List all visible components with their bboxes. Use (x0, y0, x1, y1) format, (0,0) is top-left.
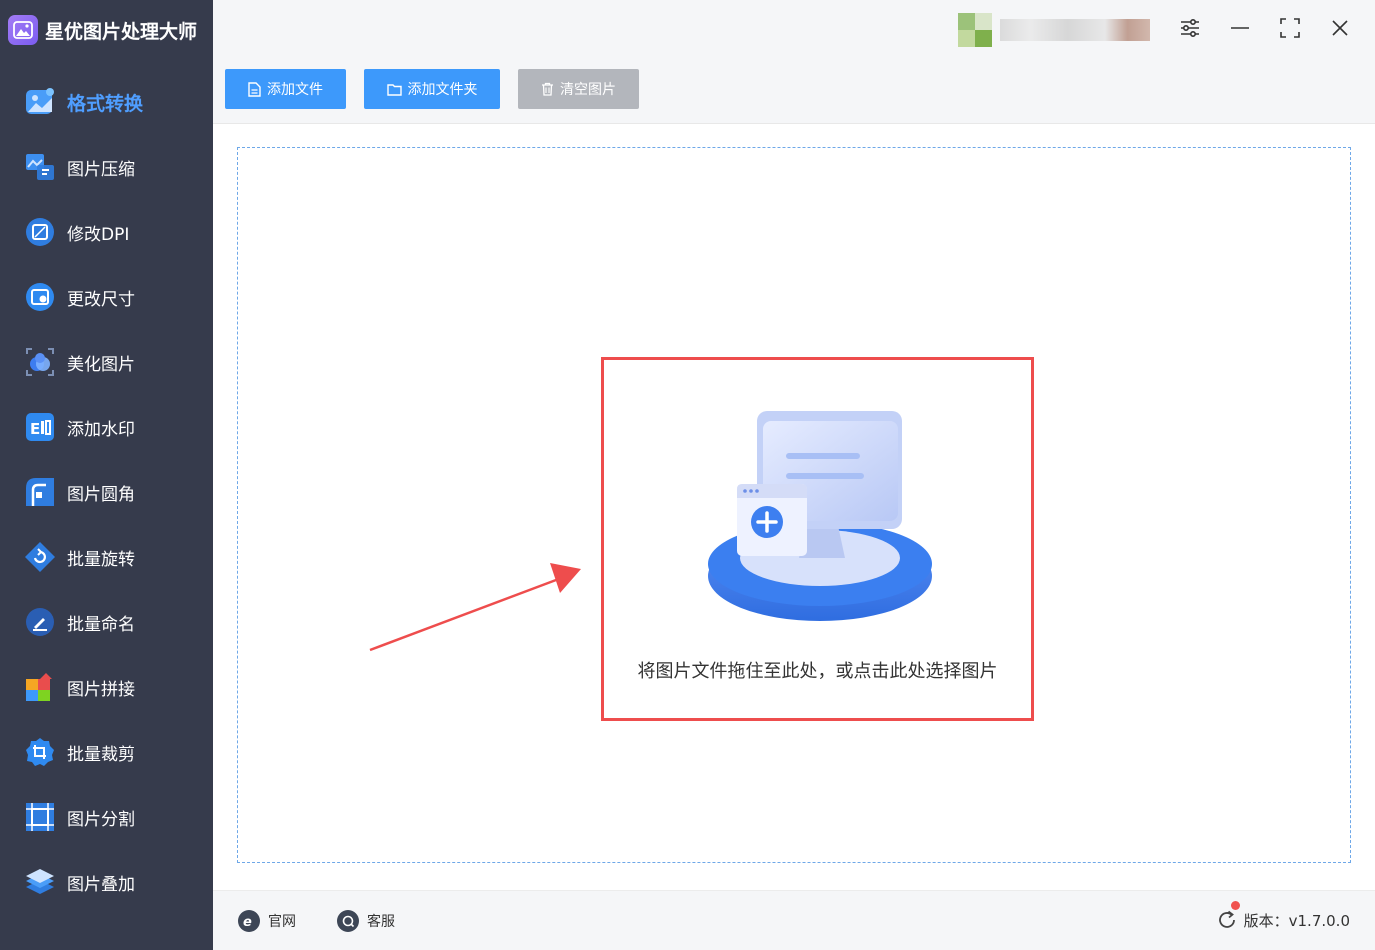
sidebar-item-label: 格式转换 (67, 92, 144, 115)
website-label: 官网 (268, 914, 296, 930)
user-name-blurred (1000, 19, 1150, 41)
trash-icon (541, 82, 554, 96)
sidebar: 星优图片处理大师 格式转换 图片压缩 修改DPI 更改尺寸 美化图片 E 添加水… (0, 0, 213, 950)
minimize-button[interactable] (1226, 16, 1254, 44)
sidebar-item-watermark[interactable]: E 添加水印 (0, 395, 213, 459)
chat-support-icon (337, 910, 359, 932)
drop-instruction: 将图片文件拖住至此处，或点击此处选择图片 (637, 661, 998, 682)
overlay-icon (24, 866, 56, 898)
settings-sliders-icon (1179, 17, 1201, 43)
maximize-icon (1279, 17, 1301, 43)
sidebar-item-label: 图片分割 (67, 809, 135, 830)
watermark-icon: E (24, 411, 56, 443)
round-corner-icon (24, 476, 56, 508)
sidebar-item-resize[interactable]: 更改尺寸 (0, 265, 213, 329)
resize-icon (24, 281, 56, 313)
support-label: 客服 (367, 914, 395, 930)
file-drop-area[interactable]: 将图片文件拖住至此处，或点击此处选择图片 (237, 147, 1351, 863)
sidebar-item-round-corner[interactable]: 图片圆角 (0, 460, 213, 524)
sidebar-item-compress[interactable]: 图片压缩 (0, 135, 213, 199)
toolbar: 添加文件 添加文件夹 清空图片 (213, 60, 1375, 124)
pointer-arrow-icon (369, 563, 581, 652)
split-icon (24, 801, 56, 833)
sidebar-item-label: 图片压缩 (67, 159, 135, 180)
folder-icon (386, 83, 402, 96)
sidebar-item-label: 批量命名 (67, 614, 135, 635)
add-folder-button[interactable]: 添加文件夹 (364, 69, 500, 109)
avatar (958, 13, 992, 47)
sidebar-item-label: 修改DPI (67, 224, 130, 245)
app-logo-icon (8, 15, 38, 45)
title-bar (213, 0, 1375, 60)
sidebar-item-label: 图片拼接 (67, 679, 135, 700)
sidebar-item-overlay[interactable]: 图片叠加 (0, 850, 213, 914)
minimize-icon (1229, 17, 1251, 43)
website-link[interactable]: e 官网 (238, 909, 296, 933)
app-name: 星优图片处理大师 (45, 20, 198, 43)
sidebar-item-label: 美化图片 (67, 354, 135, 375)
rotate-icon (24, 541, 56, 573)
user-account[interactable] (958, 12, 1183, 48)
sidebar-item-split[interactable]: 图片分割 (0, 785, 213, 849)
maximize-button[interactable] (1276, 16, 1304, 44)
version-label: 版本：v1.7.0.0 (1243, 911, 1350, 930)
close-button[interactable] (1326, 16, 1354, 44)
sidebar-item-label: 图片圆角 (67, 484, 135, 505)
sidebar-item-stitch[interactable]: 图片拼接 (0, 655, 213, 719)
sidebar-item-rotate[interactable]: 批量旋转 (0, 525, 213, 589)
sidebar-item-label: 批量旋转 (67, 549, 135, 570)
update-badge (1230, 901, 1240, 910)
upload-monitor-icon (708, 411, 932, 621)
sidebar-item-label: 批量裁剪 (67, 744, 135, 765)
compress-icon (24, 151, 56, 183)
sidebar-item-rename[interactable]: 批量命名 (0, 590, 213, 654)
rename-icon (24, 606, 56, 638)
sidebar-item-label: 图片叠加 (67, 874, 135, 895)
drop-target-highlight[interactable]: 将图片文件拖住至此处，或点击此处选择图片 (601, 357, 1034, 721)
stitch-icon (24, 671, 56, 703)
app-title: 星优图片处理大师 (8, 12, 197, 48)
dpi-icon (24, 216, 56, 248)
format-convert-icon (24, 86, 56, 118)
svg-text:E: E (30, 420, 40, 438)
add-file-button[interactable]: 添加文件 (225, 69, 346, 109)
main-panel: 将图片文件拖住至此处，或点击此处选择图片 (213, 124, 1375, 890)
clear-images-button[interactable]: 清空图片 (518, 69, 639, 109)
update-refresh-icon[interactable] (1216, 901, 1240, 931)
clear-images-label: 清空图片 (560, 82, 616, 98)
browser-icon: e (238, 910, 260, 932)
close-icon (1329, 17, 1351, 43)
footer: e 官网 客服 版本：v1.7.0.0 (213, 890, 1375, 950)
version-info: 版本：v1.7.0.0 (1216, 901, 1350, 933)
add-file-label: 添加文件 (267, 82, 323, 98)
sidebar-item-label: 添加水印 (67, 419, 135, 440)
add-folder-label: 添加文件夹 (407, 82, 478, 98)
sidebar-item-label: 更改尺寸 (67, 289, 135, 310)
sidebar-item-crop[interactable]: 批量裁剪 (0, 720, 213, 784)
sidebar-item-dpi[interactable]: 修改DPI (0, 200, 213, 264)
beautify-icon (24, 346, 56, 378)
sidebar-item-beautify[interactable]: 美化图片 (0, 330, 213, 394)
settings-button[interactable] (1176, 16, 1204, 44)
file-icon (248, 81, 261, 97)
svg-text:e: e (243, 915, 252, 928)
support-link[interactable]: 客服 (337, 909, 395, 933)
crop-icon (24, 736, 56, 768)
sidebar-item-format-convert[interactable]: 格式转换 (0, 70, 213, 134)
